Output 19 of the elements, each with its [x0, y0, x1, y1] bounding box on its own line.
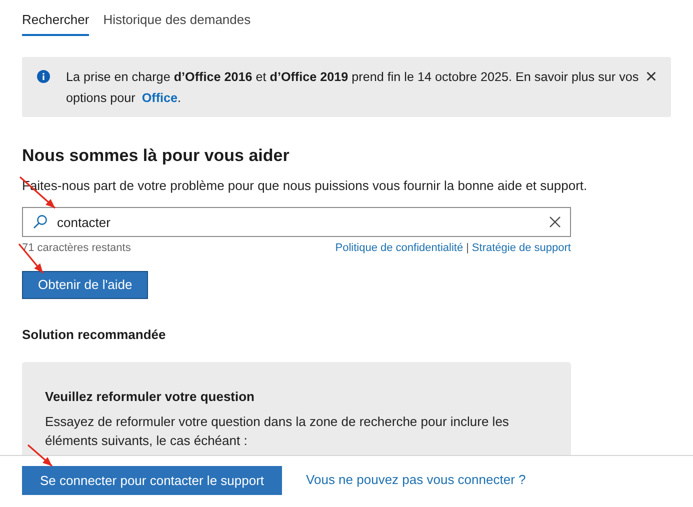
office-link[interactable]: Office	[142, 91, 178, 105]
get-help-button[interactable]: Obtenir de l'aide	[22, 271, 148, 299]
section-heading: Solution recommandée	[22, 326, 167, 344]
banner-message: La prise en charge d’Office 2016 et d’Office 2019 prend fin le 14 octobre 2025. En savoir plus sur vos options pour Office.	[66, 69, 640, 107]
support-policy-link[interactable]: Stratégie de support	[472, 241, 571, 255]
privacy-link[interactable]: Politique de confidentialité	[335, 241, 464, 255]
cannot-sign-in-link[interactable]: Vous ne pouvez pas vous connecter ?	[306, 470, 526, 490]
tab[interactable]: Historique des demandes	[103, 10, 251, 36]
card-title: Veuillez reformuler votre question	[45, 388, 256, 406]
info-icon	[37, 70, 50, 83]
card-text: Essayez de reformuler votre question dans la zone de recherche pour inclure les éléments suivants, le cas échéant :	[45, 413, 510, 450]
close-button[interactable]: ×	[645, 67, 657, 87]
search-icon	[32, 214, 48, 230]
search-field[interactable]: contacter	[22, 207, 571, 237]
separator: |	[466, 241, 469, 255]
section-heading: Nous sommes là pour vous aider	[22, 145, 290, 167]
sign-in-button[interactable]: Se connecter pour contacter le support	[22, 466, 282, 495]
tab[interactable]: Rechercher	[22, 10, 90, 36]
clear-icon[interactable]	[549, 216, 561, 228]
